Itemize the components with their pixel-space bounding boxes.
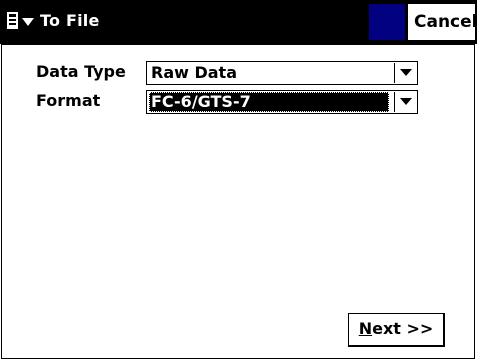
format-select[interactable]: FC-6/GTS-7 bbox=[146, 90, 418, 114]
next-button[interactable]: Next >> bbox=[348, 313, 445, 347]
cancel-button[interactable]: Cancel bbox=[408, 4, 475, 40]
chevron-down-icon bbox=[22, 18, 34, 26]
data-type-dropdown-button[interactable] bbox=[394, 63, 416, 83]
next-mnemonic: N bbox=[358, 319, 373, 338]
data-type-label: Data Type bbox=[36, 62, 126, 81]
start-menu-button[interactable] bbox=[5, 9, 37, 35]
chevron-down-icon bbox=[400, 69, 412, 76]
dialog-body: Data Type Raw Data Format FC-6/GTS-7 bbox=[1, 44, 475, 359]
next-label: ext >> bbox=[372, 319, 434, 338]
title-bar-accent bbox=[369, 4, 405, 40]
data-type-select[interactable]: Raw Data bbox=[146, 61, 418, 85]
title-bar: To File Cancel bbox=[0, 0, 477, 44]
format-dropdown-button[interactable] bbox=[394, 92, 416, 112]
data-type-value: Raw Data bbox=[151, 63, 237, 82]
menu-icon bbox=[7, 12, 34, 29]
window-title: To File bbox=[40, 11, 100, 30]
chevron-down-icon bbox=[400, 98, 412, 105]
format-label: Format bbox=[36, 91, 101, 110]
format-value: FC-6/GTS-7 bbox=[149, 92, 389, 112]
